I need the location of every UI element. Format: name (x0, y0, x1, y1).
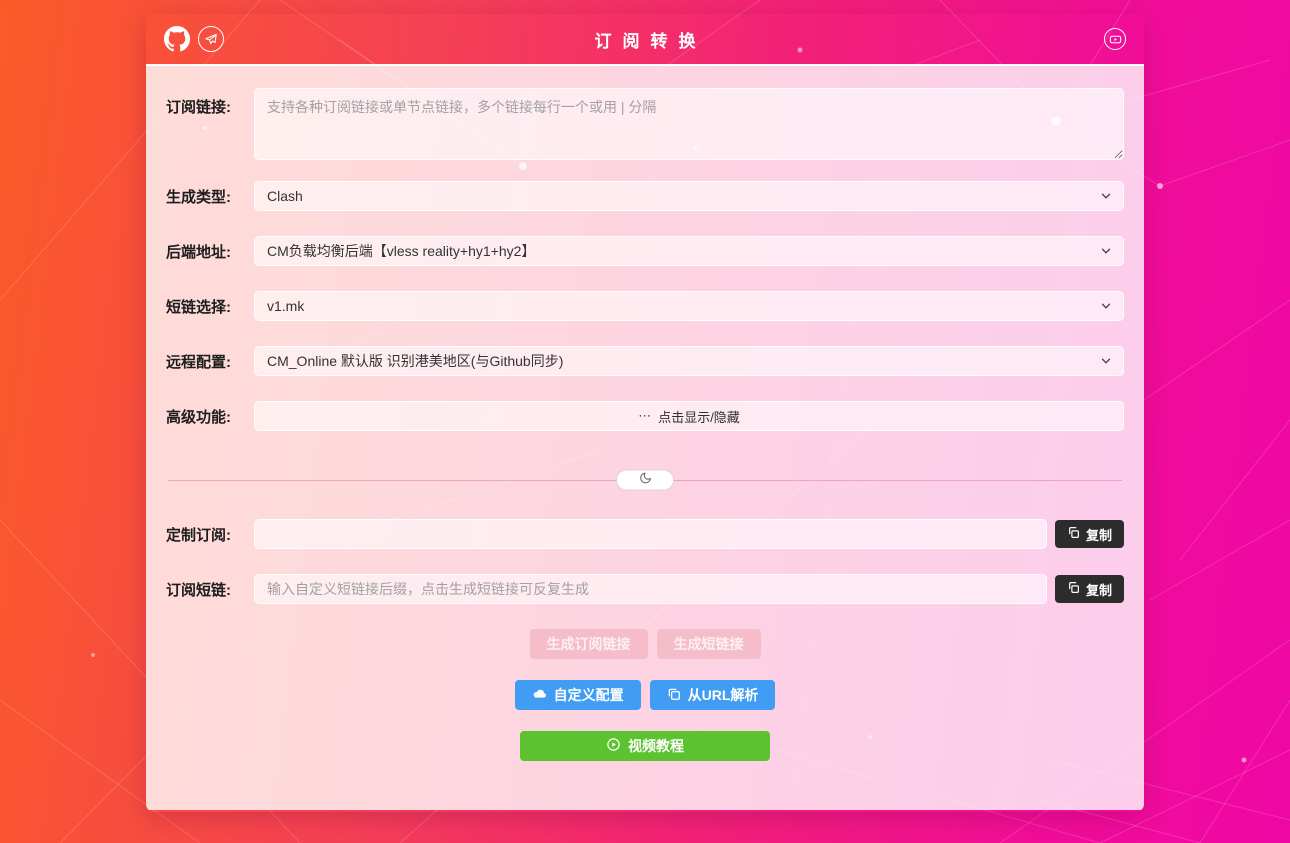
remote-config-select[interactable]: CM_Online 默认版 识别港美地区(与Github同步) (254, 346, 1124, 376)
generate-subscription-button[interactable]: 生成订阅链接 (530, 629, 648, 659)
advanced-row: 高级功能: ⋯ 点击显示/隐藏 (166, 401, 1124, 431)
chevron-down-icon (1099, 299, 1113, 316)
subscription-link-textarea[interactable] (254, 88, 1124, 160)
page-title: 订阅转换 (146, 27, 1144, 52)
chevron-down-icon (1099, 189, 1113, 206)
custom-config-label: 自定义配置 (554, 685, 624, 705)
custom-config-button[interactable]: 自定义配置 (515, 680, 641, 710)
copy-short-link-button[interactable]: 复制 (1055, 575, 1124, 603)
remote-config-row: 远程配置: CM_Online 默认版 识别港美地区(与Github同步) (166, 346, 1124, 376)
generate-subscription-label: 生成订阅链接 (547, 634, 631, 654)
custom-subscription-row: 定制订阅: 复制 (166, 519, 1124, 549)
dark-mode-toggle[interactable] (616, 470, 674, 491)
converter-card: 订阅转换 订阅链接: 生成类型: Clash (146, 14, 1144, 812)
shortlink-provider-value: v1.mk (267, 298, 304, 314)
copy-button-label: 复制 (1086, 580, 1112, 599)
target-type-row: 生成类型: Clash (166, 181, 1124, 211)
custom-subscription-input[interactable] (254, 519, 1047, 549)
generate-shortlink-button[interactable]: 生成短链接 (657, 629, 761, 659)
chevron-down-icon (1099, 354, 1113, 371)
theme-divider (166, 469, 1124, 491)
backend-value: CM负载均衡后端【vless reality+hy1+hy2】 (267, 241, 535, 261)
chevron-down-icon (1099, 244, 1113, 261)
shortlink-provider-select[interactable]: v1.mk (254, 291, 1124, 321)
moon-icon (639, 471, 652, 489)
cloud-icon (532, 686, 547, 704)
parse-url-label: 从URL解析 (688, 685, 759, 705)
remote-config-value: CM_Online 默认版 识别港美地区(与Github同步) (267, 351, 563, 371)
advanced-toggle-label: 点击显示/隐藏 (658, 407, 740, 426)
copy-button-label: 复制 (1086, 525, 1112, 544)
advanced-label: 高级功能: (166, 406, 254, 427)
short-link-row: 订阅短链: 复制 (166, 574, 1124, 604)
shortlink-provider-label: 短链选择: (166, 296, 254, 317)
advanced-toggle-button[interactable]: ⋯ 点击显示/隐藏 (254, 401, 1124, 431)
parse-url-button[interactable]: 从URL解析 (650, 680, 776, 710)
card-body: 订阅链接: 生成类型: Clash 后端地址: CM负载均衡后端【vless r (146, 66, 1144, 810)
generate-shortlink-label: 生成短链接 (674, 634, 744, 654)
target-type-select[interactable]: Clash (254, 181, 1124, 211)
subscription-link-label: 订阅链接: (166, 88, 254, 117)
shortlink-provider-row: 短链选择: v1.mk (166, 291, 1124, 321)
backend-row: 后端地址: CM负载均衡后端【vless reality+hy1+hy2】 (166, 236, 1124, 266)
custom-subscription-label: 定制订阅: (166, 524, 254, 545)
video-tutorial-label: 视频教程 (628, 736, 684, 756)
ellipsis-icon: ⋯ (638, 408, 652, 424)
backend-label: 后端地址: (166, 241, 254, 262)
remote-config-label: 远程配置: (166, 351, 254, 372)
target-type-label: 生成类型: (166, 186, 254, 207)
action-buttons: 生成订阅链接 生成短链接 自定义配置 (166, 629, 1124, 761)
frames-icon (667, 687, 681, 704)
card-header: 订阅转换 (146, 14, 1144, 66)
copy-icon (1067, 526, 1080, 542)
copy-subscription-button[interactable]: 复制 (1055, 520, 1124, 548)
copy-icon (1067, 581, 1080, 597)
short-link-label: 订阅短链: (166, 579, 254, 600)
video-tutorial-button[interactable]: 视频教程 (520, 731, 770, 761)
play-circle-icon (606, 737, 621, 755)
target-type-value: Clash (267, 188, 303, 204)
short-link-input[interactable] (254, 574, 1047, 604)
subscription-link-row: 订阅链接: (166, 88, 1124, 160)
backend-select[interactable]: CM负载均衡后端【vless reality+hy1+hy2】 (254, 236, 1124, 266)
